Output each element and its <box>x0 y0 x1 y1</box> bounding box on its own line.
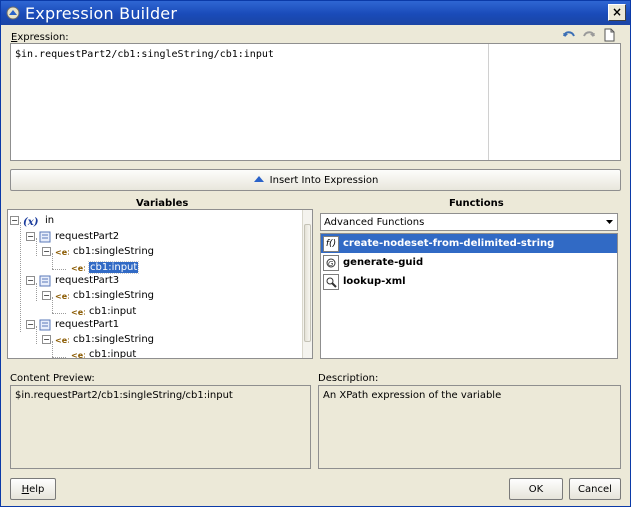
description-label: Description: <box>318 373 379 384</box>
function-category-select[interactable]: Advanced Functions <box>320 213 618 231</box>
collapse-icon[interactable]: − <box>10 216 19 225</box>
lookup-xml-icon <box>323 273 339 290</box>
expression-label: Expression: <box>11 32 69 43</box>
element-icon: <e> <box>55 247 69 257</box>
tree-node-requestpart2[interactable]: − requestPart2 <box>26 229 119 244</box>
tree-node-requestpart3[interactable]: − requestPart3 <box>26 273 119 288</box>
part-icon <box>39 231 51 243</box>
undo-icon[interactable] <box>562 28 576 42</box>
description-text: An XPath expression of the variable <box>323 390 502 401</box>
scrollbar-thumb[interactable] <box>304 224 311 342</box>
svg-text:<e>: <e> <box>55 336 69 345</box>
collapse-icon[interactable]: − <box>26 276 35 285</box>
element-icon: <e> <box>55 335 69 345</box>
expression-builder-icon <box>6 6 20 20</box>
variable-x-icon: (x) <box>23 215 41 227</box>
generate-guid-icon: G <box>323 254 339 271</box>
content-preview-label: Content Preview: <box>10 373 95 384</box>
expression-builder-dialog: Expression Builder × Expression: $in.req… <box>0 0 631 507</box>
help-button[interactable]: Help <box>10 478 56 500</box>
part-icon <box>39 275 51 287</box>
tree-guide <box>52 357 66 358</box>
tree-guide <box>52 313 66 314</box>
element-icon: <e> <box>71 350 85 360</box>
svg-text:<e>: <e> <box>71 308 85 317</box>
tree-node-cb1-singlestring[interactable]: − <e> cb1:singleString <box>42 332 154 347</box>
description-box: An XPath expression of the variable <box>318 385 621 469</box>
tree-guide <box>20 222 21 332</box>
ok-button[interactable]: OK <box>509 478 563 500</box>
function-fx-icon: f() <box>323 235 339 252</box>
content-preview-text: $in.requestPart2/cb1:singleString/cb1:in… <box>15 390 233 401</box>
close-button[interactable]: × <box>608 4 626 21</box>
insert-into-expression-button[interactable]: Insert Into Expression <box>10 169 621 191</box>
collapse-icon[interactable]: − <box>42 291 51 300</box>
tree-scrollbar[interactable] <box>302 210 312 358</box>
tree-guide <box>52 269 66 270</box>
collapse-icon[interactable]: − <box>26 232 35 241</box>
svg-text:G: G <box>328 260 334 268</box>
function-item-create-nodeset[interactable]: f() create-nodeset-from-delimited-string <box>321 234 617 253</box>
tree-node-cb1-singlestring[interactable]: − <e> cb1:singleString <box>42 288 154 303</box>
chevron-down-icon[interactable] <box>605 217 614 229</box>
content-preview-box: $in.requestPart2/cb1:singleString/cb1:in… <box>10 385 311 469</box>
collapse-icon[interactable]: − <box>42 335 51 344</box>
svg-text:(x): (x) <box>23 217 39 227</box>
variables-tree[interactable]: − (x) in − requestPart2 − <e> cb1:single… <box>7 209 313 359</box>
tree-node-cb1-singlestring[interactable]: − <e> cb1:singleString <box>42 244 154 259</box>
function-item-generate-guid[interactable]: G generate-guid <box>321 253 617 272</box>
functions-list[interactable]: f() create-nodeset-from-delimited-string… <box>320 233 618 359</box>
svg-text:<e>: <e> <box>55 292 69 301</box>
function-category-value: Advanced Functions <box>324 216 425 228</box>
collapse-icon[interactable]: − <box>42 247 51 256</box>
expression-divider <box>488 44 489 160</box>
element-icon: <e> <box>71 307 85 317</box>
tree-node-requestpart1[interactable]: − requestPart1 <box>26 317 119 332</box>
redo-icon[interactable] <box>582 28 596 42</box>
expression-text[interactable]: $in.requestPart2/cb1:singleString/cb1:in… <box>15 49 274 60</box>
element-icon: <e> <box>55 291 69 301</box>
expression-editor[interactable]: $in.requestPart2/cb1:singleString/cb1:in… <box>10 43 621 161</box>
functions-title: Functions <box>449 198 504 209</box>
svg-text:<e>: <e> <box>71 351 85 360</box>
function-item-lookup-xml[interactable]: lookup-xml <box>321 272 617 291</box>
chevron-up-icon <box>253 174 265 186</box>
element-icon: <e> <box>71 263 85 273</box>
clear-document-icon[interactable] <box>602 28 616 42</box>
tree-node-in[interactable]: − (x) in <box>10 213 54 228</box>
window-title: Expression Builder <box>25 3 178 23</box>
svg-text:<e>: <e> <box>55 248 69 257</box>
insert-button-label: Insert Into Expression <box>269 174 379 186</box>
part-icon <box>39 319 51 331</box>
collapse-icon[interactable]: − <box>26 320 35 329</box>
expression-toolbar <box>562 28 616 42</box>
svg-text:<e>: <e> <box>71 264 85 273</box>
title-bar[interactable]: Expression Builder × <box>1 1 630 25</box>
variables-title: Variables <box>136 198 189 209</box>
cancel-button[interactable]: Cancel <box>569 478 621 500</box>
tree-node-cb1-input[interactable]: <e> cb1:input <box>71 347 136 360</box>
